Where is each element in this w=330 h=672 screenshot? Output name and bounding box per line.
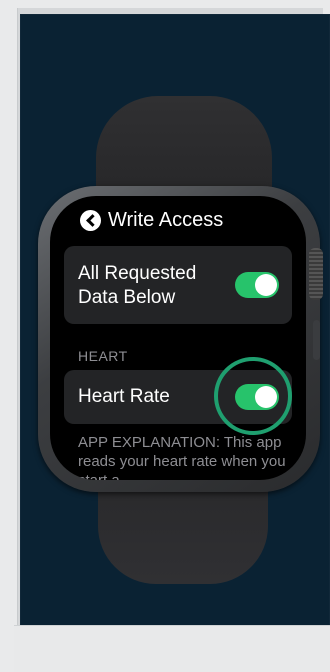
app-explanation: APP EXPLANATION: This app reads your hea… — [78, 434, 286, 480]
toggle-highlight-ring — [214, 357, 292, 435]
page-title: Write Access — [108, 209, 224, 231]
all-requested-row[interactable]: All Requested Data Below — [64, 246, 292, 324]
bottom-strip — [14, 625, 330, 672]
header: Write Access — [80, 209, 223, 232]
watch-screen: Write Access All Requested Data Below HE… — [50, 196, 306, 480]
toggle-knob — [255, 274, 277, 296]
all-requested-label: All Requested Data Below — [78, 263, 197, 308]
back-button[interactable] — [80, 210, 101, 231]
heart-rate-label: Heart Rate — [78, 386, 170, 407]
side-button[interactable] — [313, 320, 320, 360]
all-requested-toggle[interactable] — [235, 272, 279, 298]
digital-crown[interactable] — [309, 248, 323, 300]
section-heading: HEART — [78, 348, 128, 364]
chevron-left-icon — [85, 214, 99, 227]
